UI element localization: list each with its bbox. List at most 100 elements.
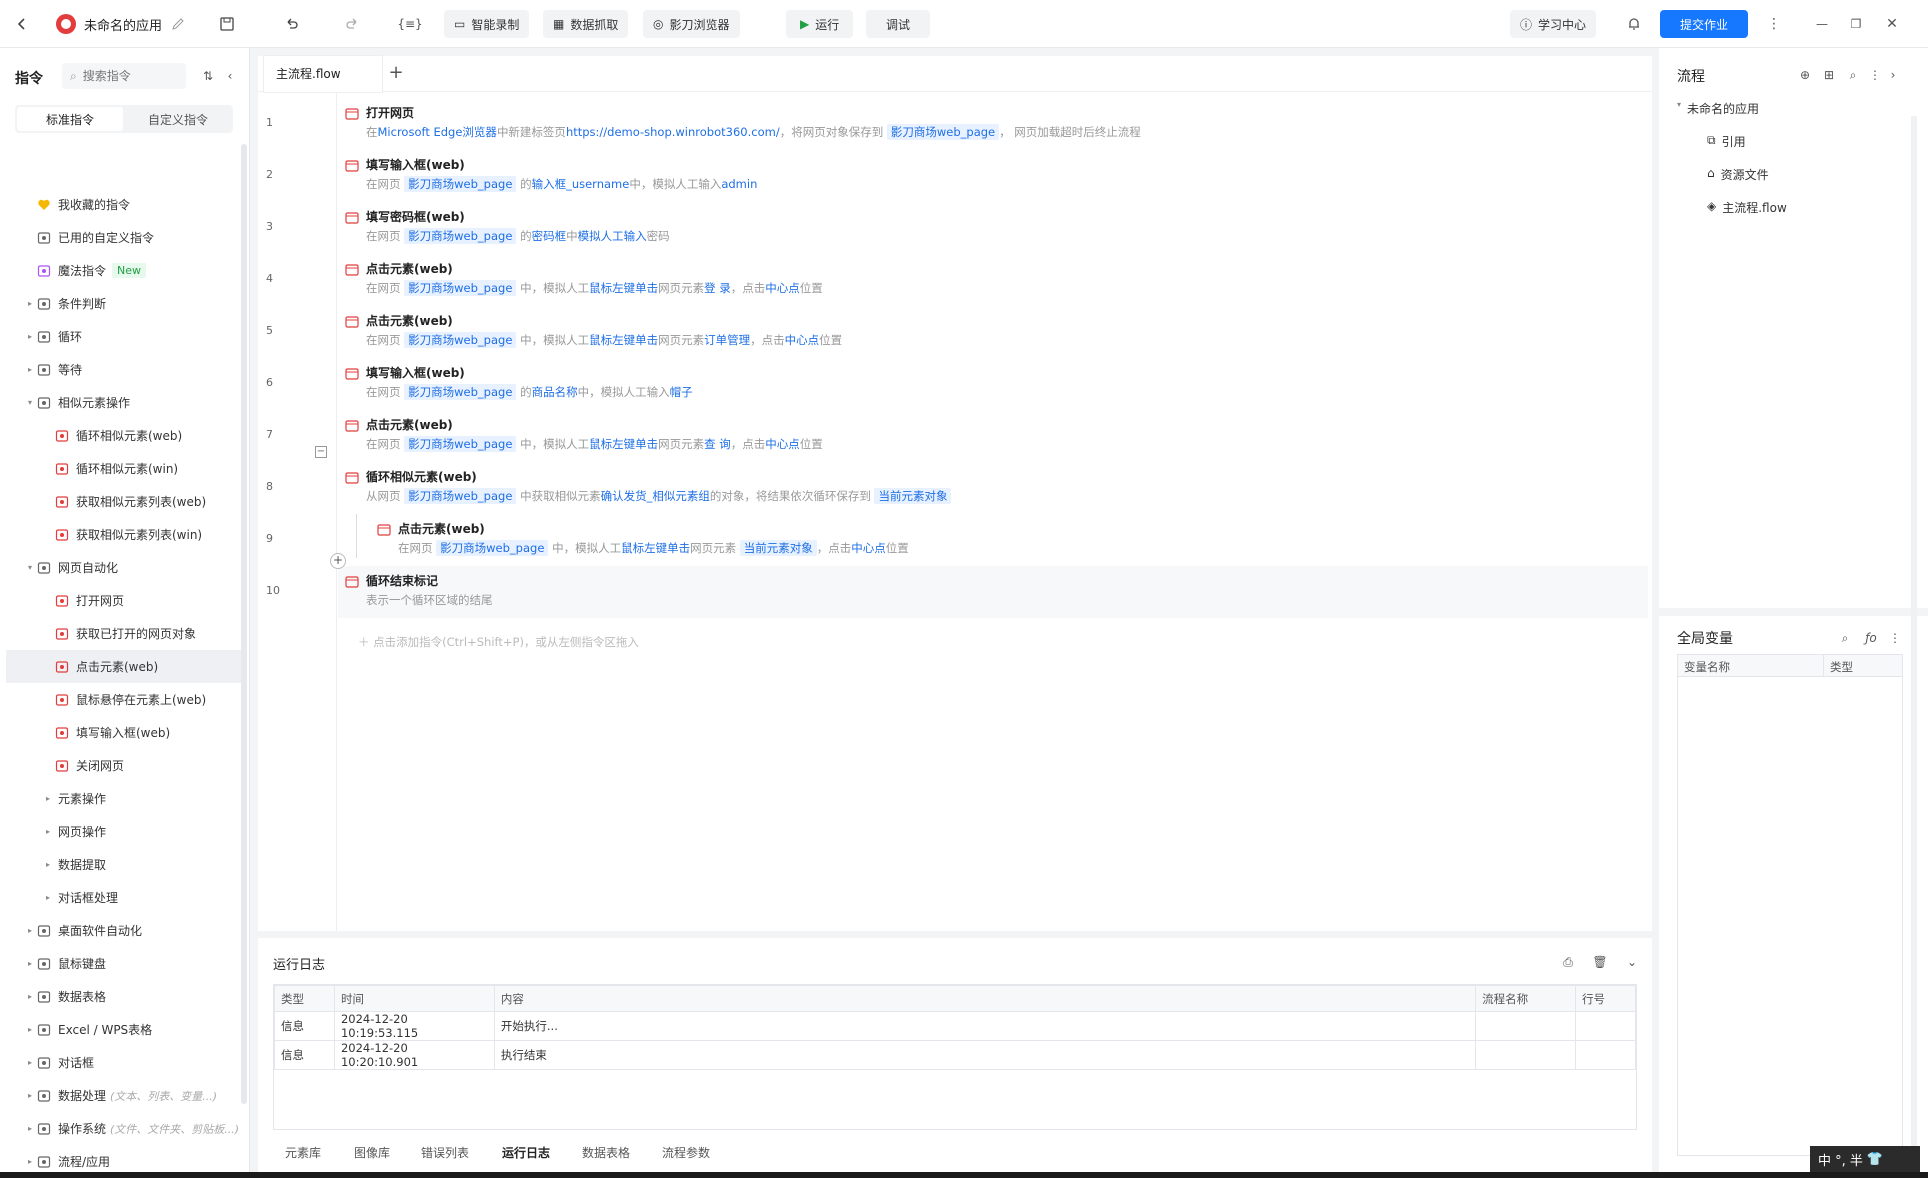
tree-arrow-icon[interactable]: ▸ (24, 1091, 36, 1100)
param-highlight[interactable]: 中心点 (765, 281, 800, 295)
param-highlight[interactable]: 输入框_username (532, 177, 630, 191)
smart-record-button[interactable]: ▭ 智能录制 (444, 10, 530, 38)
tree-arrow-icon[interactable]: ▸ (24, 959, 36, 968)
tree-item[interactable]: 填写输入框(web) (6, 716, 246, 749)
yd-browser-button[interactable]: ◎ 影刀浏览器 (643, 10, 740, 38)
vars-search-icon[interactable]: ⌕ (1833, 626, 1857, 650)
param-highlight[interactable]: 鼠标左键单击 (589, 281, 658, 295)
sort-icon[interactable]: ⇅ (196, 64, 220, 88)
close-icon[interactable]: ✕ (1880, 12, 1904, 36)
param-highlight[interactable]: 确认发货_相似元素组 (601, 489, 710, 503)
param-highlight[interactable]: 中心点 (785, 333, 820, 347)
tree-item[interactable]: 获取已打开的网页对象 (6, 617, 246, 650)
debug-button[interactable]: 调试 (866, 10, 931, 38)
right-scrollbar[interactable] (1911, 116, 1917, 1166)
bottom-tab[interactable]: 数据表格 (582, 1144, 630, 1161)
tree-item[interactable]: 关闭网页 (6, 749, 246, 782)
restore-icon[interactable]: ❐ (1844, 12, 1868, 36)
param-highlight[interactable]: 中心点 (765, 437, 800, 451)
param-highlight[interactable]: https://demo-shop.winrobot360.com/ (566, 125, 780, 139)
back-icon[interactable] (10, 12, 34, 36)
tree-arrow-icon[interactable]: ▸ (24, 299, 36, 308)
collapse-log-icon[interactable]: ⌄ (1620, 950, 1644, 974)
submit-button[interactable]: 提交作业 (1660, 10, 1748, 38)
bottom-tab[interactable]: 流程参数 (662, 1144, 710, 1161)
ime-indicator[interactable]: 中 °, 半 👕 (1810, 1146, 1920, 1172)
tab-main-flow[interactable]: 主流程.flow (264, 56, 382, 92)
undo-icon[interactable] (280, 12, 304, 36)
export-log-icon[interactable]: ⎙ (1556, 950, 1580, 974)
tree-item[interactable]: ▸ 桌面软件自动化 (6, 914, 246, 947)
tree-item[interactable]: 鼠标悬停在元素上(web) (6, 683, 246, 716)
tree-item[interactable]: ▸ 循环 (6, 320, 246, 353)
flow-search-icon[interactable]: ⌕ (1841, 63, 1865, 87)
tab-standard[interactable]: 标准指令 (17, 107, 123, 131)
flow-step[interactable]: 点击元素(web) 在网页 影刀商场web_page 中，模拟人工鼠标左键单击网页… (338, 410, 1648, 462)
param-highlight[interactable]: 查 询 (704, 437, 731, 451)
variable-tag[interactable]: 当前元素对象 (739, 540, 817, 556)
tree-item[interactable]: ▾ 网页自动化 (6, 551, 246, 584)
tree-item[interactable]: 循环相似元素(web) (6, 419, 246, 452)
variable-tag[interactable]: 影刀商场web_page (404, 436, 517, 452)
learn-center-button[interactable]: ⓘ 学习中心 (1510, 10, 1597, 38)
variable-tag[interactable]: 影刀商场web_page (404, 332, 517, 348)
add-flow-icon[interactable]: ⊕ (1793, 63, 1817, 87)
tree-arrow-icon[interactable]: ▸ (42, 860, 54, 869)
bottom-tab[interactable]: 错误列表 (421, 1144, 469, 1161)
tree-arrow-icon[interactable]: ▸ (24, 926, 36, 935)
data-grab-button[interactable]: ▦ 数据抓取 (543, 10, 629, 38)
add-tab-icon[interactable]: + (386, 64, 406, 84)
run-button[interactable]: ▶ 运行 (786, 10, 854, 38)
flow-step[interactable]: 点击元素(web) 在网页 影刀商场web_page 中，模拟人工鼠标左键单击网页… (370, 514, 1648, 566)
search-input[interactable] (82, 69, 173, 83)
tree-item[interactable]: ▸ 鼠标键盘 (6, 947, 246, 980)
bottom-tab[interactable]: 运行日志 (502, 1144, 550, 1161)
flow-tree-resources[interactable]: ⌂ 资源文件 (1707, 166, 1769, 183)
tree-item[interactable]: ▸ 数据提取 (6, 848, 246, 881)
variable-braces-icon[interactable]: {≡} (397, 12, 422, 36)
tree-item[interactable]: 打开网页 (6, 584, 246, 617)
add-module-icon[interactable]: ⊞ (1817, 63, 1841, 87)
flow-step[interactable]: 填写输入框(web) 在网页 影刀商场web_page 的输入框_username… (338, 150, 1648, 202)
tree-arrow-icon[interactable]: ▸ (42, 827, 54, 836)
tree-item[interactable]: ▾ 相似元素操作 (6, 386, 246, 419)
param-highlight[interactable]: 订单管理 (704, 333, 750, 347)
tree-item[interactable]: ▸ 操作系统 (文件、文件夹、剪贴板...) (6, 1112, 246, 1145)
fold-toggle-icon[interactable]: − (315, 446, 327, 458)
flow-step[interactable]: 填写密码框(web) 在网页 影刀商场web_page 的密码框中模拟人工输入密码 (338, 202, 1648, 254)
tree-arrow-icon[interactable]: ▸ (24, 1157, 36, 1166)
bottom-tab[interactable]: 图像库 (354, 1144, 390, 1161)
flow-tree-reference[interactable]: ⧉ 引用 (1707, 133, 1746, 150)
more-icon[interactable]: ⋮ (1762, 12, 1786, 36)
param-highlight[interactable]: 登 录 (704, 281, 731, 295)
variable-tag[interactable]: 影刀商场web_page (404, 228, 517, 244)
flow-step[interactable]: 循环相似元素(web) 从网页 影刀商场web_page 中获取相似元素确认发货_… (338, 462, 1648, 514)
tree-item[interactable]: ▸ 数据表格 (6, 980, 246, 1013)
variable-tag[interactable]: 影刀商场web_page (404, 280, 517, 296)
flow-tree-main[interactable]: ◈ 主流程.flow (1707, 199, 1787, 216)
variable-tag[interactable]: 影刀商场web_page (436, 540, 549, 556)
param-highlight[interactable]: Microsoft Edge浏览器 (378, 125, 497, 139)
vars-more-icon[interactable]: ⋮ (1883, 626, 1907, 650)
tree-arrow-icon[interactable]: ▸ (24, 992, 36, 1001)
tree-arrow-icon[interactable]: ▸ (24, 1058, 36, 1067)
tree-item[interactable]: ▸ 条件判断 (6, 287, 246, 320)
bottom-tab[interactable]: 元素库 (285, 1144, 321, 1161)
variable-tag[interactable]: 影刀商场web_page (404, 384, 517, 400)
left-scrollbar[interactable] (241, 144, 247, 1104)
variable-tag[interactable]: 影刀商场web_page (404, 488, 517, 504)
redo-icon[interactable] (340, 12, 364, 36)
tree-arrow-icon[interactable]: ▸ (24, 1025, 36, 1034)
tree-arrow-icon[interactable]: ▸ (42, 893, 54, 902)
log-row[interactable]: 信息 2024-12-20 10:19:53.115 开始执行... (274, 1011, 1636, 1041)
tree-item[interactable]: ▸ 对话框处理 (6, 881, 246, 914)
variable-tag[interactable]: 影刀商场web_page (886, 124, 1000, 140)
bell-icon[interactable] (1622, 12, 1646, 36)
tree-item[interactable]: 魔法指令 New (6, 254, 246, 287)
variable-tag[interactable]: 影刀商场web_page (404, 176, 517, 192)
tree-item[interactable]: ▸ 对话框 (6, 1046, 246, 1079)
tab-custom[interactable]: 自定义指令 (125, 107, 231, 131)
tree-arrow-icon[interactable]: ▸ (24, 332, 36, 341)
tree-item[interactable]: 获取相似元素列表(win) (6, 518, 246, 551)
param-highlight[interactable]: 鼠标左键单击 (589, 333, 658, 347)
